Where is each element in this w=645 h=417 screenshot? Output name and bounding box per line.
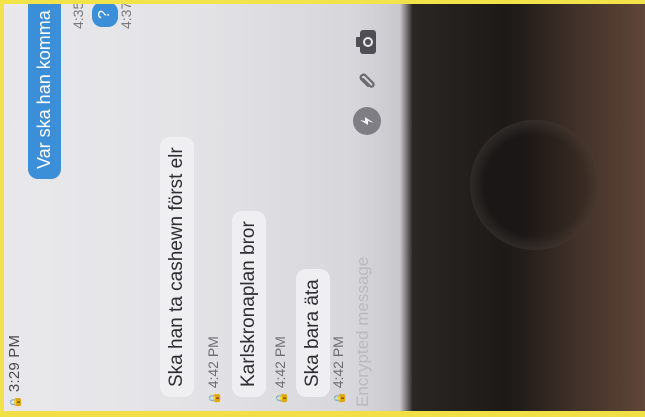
photo: 🔒 3:29 PM Var ska han komma bro 4:35 ? 4:… (0, 0, 645, 417)
message-time: 4:35 (70, 1, 86, 29)
frame-edge-left (0, 0, 4, 417)
message-input[interactable]: Encrypted message (353, 257, 373, 407)
message-time: 4:37 (118, 1, 134, 29)
attachment-icon[interactable] (353, 67, 381, 95)
outgoing-message[interactable]: Var ska han komma bro (28, 0, 61, 179)
lock-icon: 🔒 (10, 395, 22, 409)
message-time: 4:42 PM (330, 336, 346, 389)
message-text: ? (96, 10, 113, 19)
lock-icon: 🔒 (276, 391, 288, 405)
camera-icon[interactable] (351, 27, 381, 57)
message-meta: 🔒4:42 PM (330, 336, 346, 405)
frame-edge-bottom (0, 411, 645, 417)
composer: Encrypted message (345, 0, 393, 417)
message-text: Ska bara äta (302, 279, 323, 387)
emoji-icon[interactable] (353, 107, 381, 135)
message-text: Karlskronaplan bror (238, 221, 259, 387)
incoming-message[interactable]: Ska han ta cashewn först elr (160, 137, 194, 397)
status-time: 🔒 3:29 PM (6, 335, 23, 409)
status-time-text: 3:29 PM (6, 334, 23, 393)
message-meta: 🔒 4:42 PM (205, 336, 221, 405)
lock-icon: 🔒 (209, 391, 221, 405)
incoming-message[interactable]: Karlskronaplan bror (232, 211, 266, 397)
message-text: Var ska han komma bro (34, 0, 54, 169)
outgoing-message[interactable]: ? (92, 2, 118, 27)
message-text: Ska han ta cashewn först elr (166, 147, 187, 387)
frame-edge-top (0, 0, 645, 4)
message-time: 4:42 PM (272, 336, 288, 389)
message-time: 4:42 PM (205, 336, 221, 389)
incoming-message[interactable]: Ska bara äta (296, 269, 330, 397)
message-meta: 🔒 4:42 PM (272, 336, 288, 405)
finger (520, 0, 645, 417)
